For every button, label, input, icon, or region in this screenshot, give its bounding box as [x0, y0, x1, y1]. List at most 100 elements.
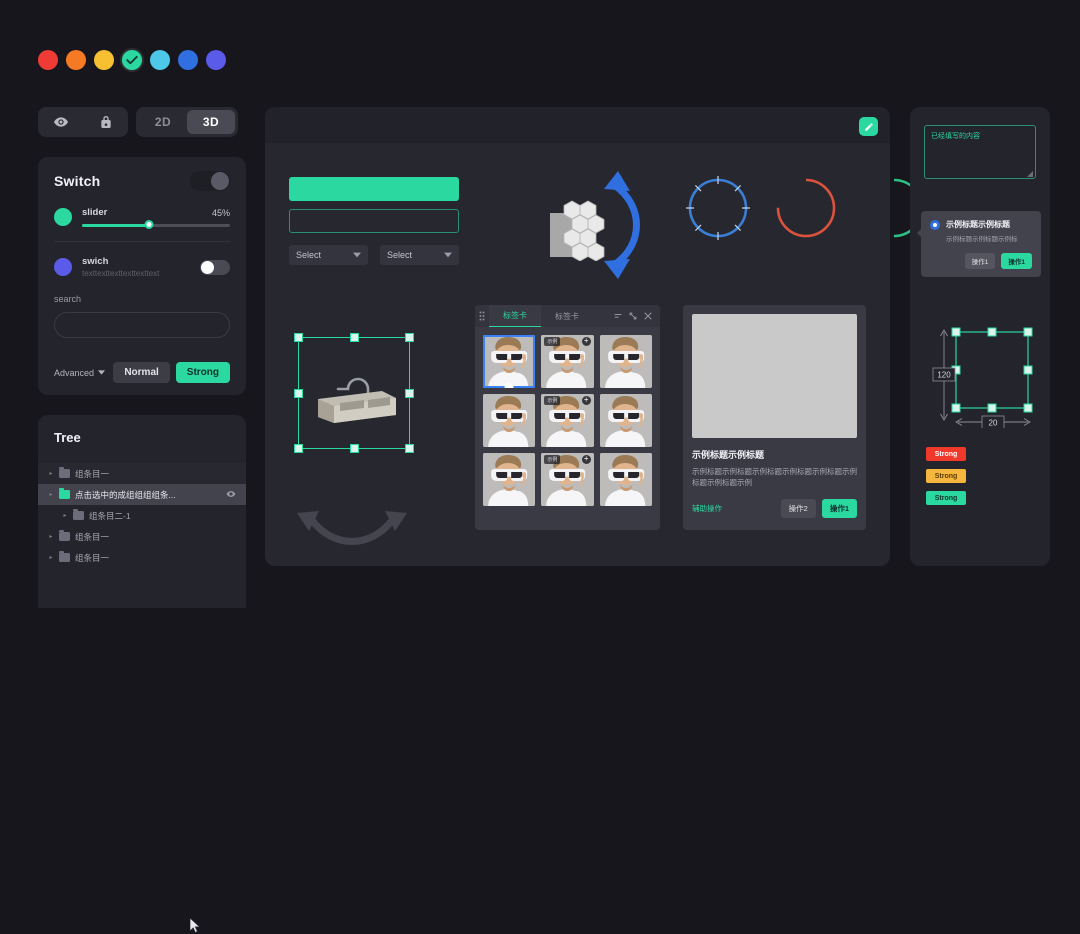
folder-icon	[59, 550, 70, 562]
search-input-wrap[interactable]	[54, 312, 230, 338]
switch-panel-header: Switch	[38, 157, 246, 191]
view-mode-option-2d[interactable]: 2D	[139, 110, 187, 134]
auxiliary-action-link[interactable]: 辅助操作	[692, 503, 722, 514]
main-canvas[interactable]: Select Select 标签卡 标签卡 示例 + 示例 + 示例 + 示例标…	[265, 107, 924, 566]
selection-box[interactable]	[294, 333, 414, 453]
strong-button[interactable]: Strong	[175, 362, 230, 383]
check-icon	[126, 55, 138, 65]
tree-list: ▸ 组条目一 ▸ 点击选中的成组组组组条... ▸ 组条目二-1 ▸ 组条目一 ▸ 组条目一	[38, 463, 246, 568]
resize-grip-icon[interactable]	[1027, 171, 1033, 177]
master-toggle[interactable]	[190, 171, 230, 191]
content-textarea[interactable]: 已经填写的内容	[924, 125, 1036, 179]
popover-secondary-button[interactable]: 操作1	[964, 252, 996, 269]
green-dot-icon	[54, 208, 72, 226]
resize-handle-ne[interactable]	[405, 333, 414, 342]
slider-control[interactable]	[82, 220, 230, 229]
page-title: Switch	[54, 173, 101, 189]
slider-thumb[interactable]	[144, 220, 154, 229]
tab-tools	[614, 305, 660, 327]
thumbnail-grid: 示例 + 示例 + 示例 +	[475, 327, 660, 514]
thumbnail-item[interactable]	[483, 335, 536, 388]
eye-icon-button[interactable]	[46, 109, 76, 135]
color-swatch-yellow[interactable]	[94, 50, 114, 70]
tab-item[interactable]: 标签卡	[541, 305, 593, 327]
card-primary-button[interactable]: 操作1	[821, 498, 857, 518]
search-input[interactable]	[55, 313, 229, 337]
expand-caret-icon[interactable]: ▸	[48, 491, 54, 498]
card-button-group: 操作2 操作1	[780, 498, 857, 518]
resize-handle-sw[interactable]	[294, 444, 303, 453]
thumbnail-item[interactable]	[483, 453, 536, 506]
color-swatch-blue[interactable]	[178, 50, 198, 70]
expand-caret-icon[interactable]: ▸	[62, 512, 68, 519]
swich-toggle[interactable]	[200, 259, 230, 275]
expand-caret-icon[interactable]: ▸	[48, 470, 54, 477]
expand-caret-icon[interactable]: ▸	[48, 554, 54, 561]
thumbnail-item[interactable]: 示例 +	[541, 453, 594, 506]
select-dropdown-2[interactable]: Select	[380, 245, 459, 265]
status-tag[interactable]: Strong	[926, 469, 966, 483]
select-dropdown-1[interactable]: Select	[289, 245, 368, 265]
canvas-toolbar	[265, 107, 890, 143]
status-tag[interactable]: Strong	[926, 447, 966, 461]
edit-button[interactable]	[859, 117, 878, 136]
eye-icon	[53, 117, 68, 127]
color-swatch-red[interactable]	[38, 50, 58, 70]
tree-item-label: 点击选中的成组组组组条...	[75, 489, 176, 500]
thumbnail-item[interactable]: 示例 +	[541, 335, 594, 388]
close-icon[interactable]	[644, 312, 652, 320]
dimension-widget[interactable]: 120 20	[924, 322, 1038, 428]
tree-item-label: 组条目一	[75, 531, 110, 542]
person-photo	[483, 394, 536, 447]
tree-item[interactable]: ▸ 组条目一	[38, 463, 246, 484]
thumbnail-item[interactable]	[599, 453, 652, 506]
swich-label: swich	[82, 256, 109, 267]
thumbnail-item[interactable]: 示例 +	[541, 394, 594, 447]
lock-icon-button[interactable]	[91, 109, 121, 135]
resize-handle-s[interactable]	[349, 444, 359, 453]
color-swatch-violet[interactable]	[206, 50, 226, 70]
drag-handle[interactable]	[475, 305, 489, 327]
thumbnail-item[interactable]	[483, 394, 536, 447]
resize-handle-w[interactable]	[294, 388, 303, 398]
thumbnail-item[interactable]	[599, 394, 652, 447]
resize-handle-se[interactable]	[405, 444, 414, 453]
card-secondary-button[interactable]: 操作2	[780, 498, 816, 518]
expand-icon[interactable]	[629, 312, 637, 320]
popover-body: 示例标题示例标题示例标	[946, 236, 1018, 243]
tree-item[interactable]: ▸ 组条目一	[38, 526, 246, 547]
advanced-dropdown[interactable]: Advanced	[54, 368, 106, 378]
folder-icon	[59, 466, 70, 478]
resize-handle-n[interactable]	[349, 333, 359, 342]
eye-icon-button[interactable]	[226, 489, 236, 501]
thumbnail-drag-handle[interactable]	[504, 383, 514, 388]
tree-item[interactable]: ▸ 组条目一	[38, 547, 246, 568]
view-mode-option-3d[interactable]: 3D	[187, 110, 235, 134]
tree-item[interactable]: ▸ 组条目二-1	[38, 505, 246, 526]
tab-item[interactable]: 标签卡	[489, 305, 541, 327]
radio-button-icon[interactable]	[930, 219, 940, 230]
add-icon[interactable]: +	[581, 455, 591, 464]
expand-caret-icon[interactable]: ▸	[48, 533, 54, 540]
normal-button[interactable]: Normal	[113, 362, 170, 383]
color-swatch-cyan[interactable]	[150, 50, 170, 70]
thumbnail-item[interactable]	[599, 335, 652, 388]
strength-button-group: Normal Strong	[113, 362, 230, 383]
popover-primary-button[interactable]: 操作1	[1001, 252, 1032, 269]
color-swatch-green[interactable]	[122, 50, 142, 70]
eye-icon	[226, 490, 236, 497]
slider-track[interactable]	[82, 220, 230, 229]
app-root: 2D 3D Switch slider 45% swich texttextte…	[0, 0, 1080, 933]
progress-bar-outline	[289, 209, 459, 233]
color-swatch-orange[interactable]	[66, 50, 86, 70]
add-icon[interactable]: +	[581, 396, 591, 405]
add-icon[interactable]: +	[581, 337, 591, 346]
status-tag[interactable]: Strong	[926, 491, 966, 505]
resize-handle-nw[interactable]	[294, 333, 303, 342]
collapse-icon[interactable]	[614, 312, 622, 320]
view-mode-segmented-control[interactable]: 2D 3D	[136, 107, 238, 137]
tree-panel: Tree ▸ 组条目一 ▸ 点击选中的成组组组组条... ▸ 组条目二-1 ▸ 组条目一 ▸ 组条…	[38, 415, 246, 933]
lock-icon	[100, 116, 111, 128]
resize-handle-e[interactable]	[405, 388, 414, 398]
tree-item[interactable]: ▸ 点击选中的成组组组组条...	[38, 484, 246, 505]
